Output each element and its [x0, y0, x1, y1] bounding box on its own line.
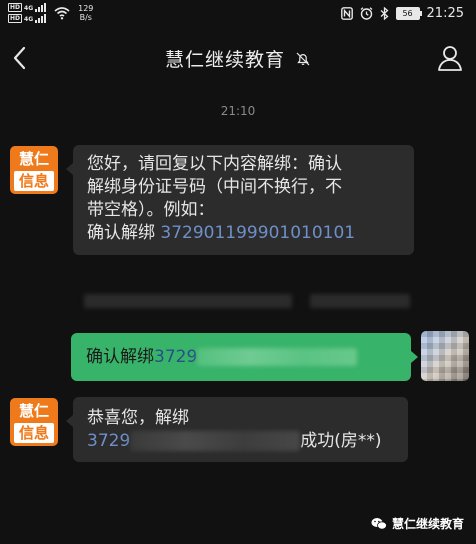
- network-speed-unit: B/s: [79, 13, 92, 22]
- conversation-header: 慧仁继续教育: [0, 36, 476, 80]
- incoming-message-bubble[interactable]: 恭喜您，解绑 3729 成功(房**): [66, 397, 408, 462]
- watermark-text: 慧仁继续教育: [391, 517, 464, 531]
- network-type-sim2: 4G: [24, 16, 34, 23]
- id-number-link[interactable]: 372901199901010101: [160, 223, 355, 243]
- hd-tag-sim2: HD: [8, 14, 23, 23]
- sms-conversation-screen: HD 4G HD 4G 129 B/s 56 21:25 慧仁继续教育 21:1…: [0, 0, 476, 544]
- network-speed: 129 B/s: [78, 4, 93, 22]
- message-line: 您好，请回复以下内容解绑：确认: [87, 154, 342, 174]
- signal-bars-sim1-icon: [35, 3, 47, 12]
- contact-name: 慧仁继续教育: [164, 49, 285, 71]
- redacted-area: [84, 294, 292, 308]
- message-line: 确认解绑 372901199901010101: [87, 222, 400, 245]
- nfc-icon: [340, 7, 353, 20]
- sender-avatar[interactable]: 慧仁 信息: [10, 146, 58, 194]
- message-line: 恭喜您，解绑: [87, 408, 189, 428]
- battery-icon: 56: [395, 7, 422, 20]
- clock: 21:25: [426, 6, 464, 21]
- avatar-text-line1: 慧仁: [18, 402, 49, 420]
- redacted-number: [197, 348, 358, 366]
- signal-bars-sim2-icon: [35, 14, 47, 23]
- id-number-link[interactable]: 3729: [154, 346, 197, 369]
- id-number-link[interactable]: 3729: [87, 431, 130, 451]
- reply-text: 确认解绑: [86, 346, 154, 367]
- wifi-icon: [54, 7, 70, 20]
- incoming-message-bubble[interactable]: 您好，请回复以下内容解绑：确认 解绑身份证号码（中间不换行，不 带空格）。例如：…: [66, 145, 414, 255]
- network-type-sim1: 4G: [24, 5, 34, 12]
- message-line: 解绑身份证号码（中间不换行，不: [87, 177, 342, 197]
- watermark: 慧仁继续教育: [371, 515, 464, 532]
- title-row: 慧仁继续教育: [0, 45, 476, 72]
- sender-avatar[interactable]: 慧仁 信息: [10, 398, 58, 446]
- status-bar: HD 4G HD 4G 129 B/s 56 21:25: [0, 0, 476, 28]
- message-line: 3729 成功(房**): [87, 430, 394, 453]
- avatar-text-line2: 信息: [14, 423, 54, 443]
- message-line: 带空格）。例如：: [87, 200, 215, 220]
- wechat-icon: [371, 517, 387, 530]
- hd-tag-sim1: HD: [8, 3, 23, 12]
- avatar-text-line2: 信息: [14, 171, 54, 191]
- signal-stack: HD 4G HD 4G: [8, 3, 47, 23]
- status-right-group: 56 21:25: [340, 6, 464, 21]
- alarm-icon: [360, 7, 372, 20]
- bluetooth-icon: [380, 7, 389, 20]
- example-text: 确认解绑: [87, 223, 161, 243]
- mute-bell-icon: [296, 52, 310, 65]
- status-left-group: HD 4G HD 4G 129 B/s: [8, 3, 93, 23]
- redacted-area: [310, 294, 410, 308]
- user-avatar[interactable]: [421, 331, 469, 381]
- outgoing-message-bubble[interactable]: 确认解绑 3729: [71, 333, 418, 381]
- avatar-text-line1: 慧仁: [18, 150, 49, 168]
- contact-profile-icon[interactable]: [436, 44, 464, 72]
- success-text: 成功(房**): [300, 431, 382, 451]
- network-speed-value: 129: [78, 4, 94, 13]
- message-timestamp: 21:10: [220, 104, 256, 118]
- redacted-number: [130, 431, 301, 451]
